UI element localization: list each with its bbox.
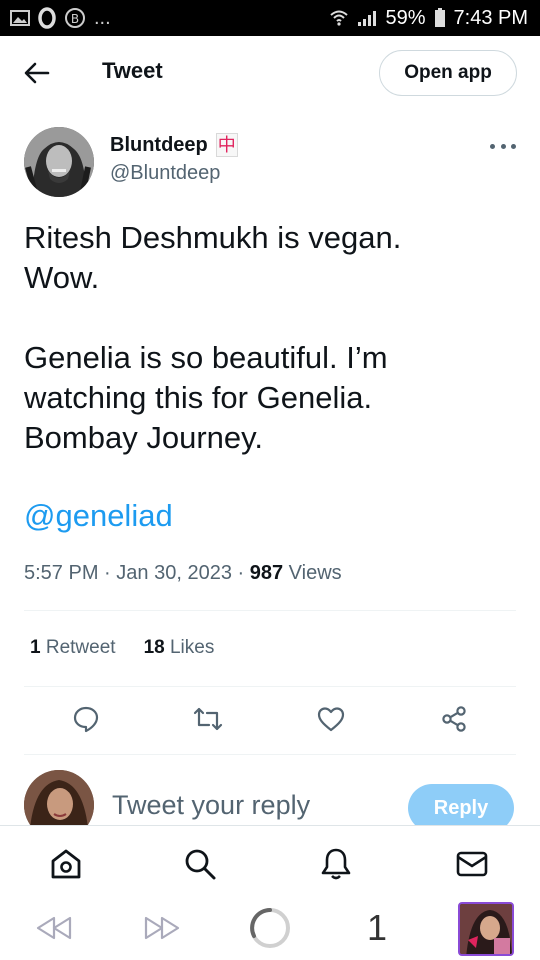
status-bar: B ... 59% 7:43 PM bbox=[0, 0, 540, 36]
browser-forward-button[interactable] bbox=[140, 908, 184, 948]
mention-link[interactable]: @geneliad bbox=[24, 498, 173, 534]
retweet-action-button[interactable] bbox=[193, 704, 223, 734]
status-bar-right: 59% 7:43 PM bbox=[329, 7, 528, 30]
mail-icon bbox=[456, 851, 488, 877]
views-count: 987 bbox=[249, 562, 284, 584]
divider bbox=[24, 610, 516, 611]
more-horizontal-icon bbox=[490, 143, 495, 149]
wifi-icon bbox=[329, 9, 349, 27]
author-handle[interactable]: @Bluntdeep bbox=[110, 162, 220, 185]
tweet-line: watching this for Genelia. bbox=[24, 380, 373, 415]
nav-messages[interactable] bbox=[454, 846, 490, 882]
back-button[interactable] bbox=[22, 58, 52, 88]
notification-overflow: ... bbox=[94, 6, 111, 29]
home-icon bbox=[51, 849, 81, 879]
retweets-stat[interactable]: 1 Retweet bbox=[30, 637, 116, 659]
tweet-stats: 1 Retweet 18 Likes bbox=[30, 637, 214, 659]
like-action-button[interactable] bbox=[316, 704, 346, 734]
author-avatar[interactable] bbox=[24, 127, 94, 197]
tweet-text: Ritesh Deshmukh is vegan. Wow. Genelia i… bbox=[24, 218, 514, 458]
signal-icon bbox=[357, 9, 377, 27]
battery-icon bbox=[434, 8, 446, 28]
svg-text:B: B bbox=[71, 12, 79, 26]
tweet-time[interactable]: 5:57 PM bbox=[24, 562, 98, 584]
tab-count[interactable]: 1 bbox=[360, 907, 394, 948]
gallery-notification-icon bbox=[10, 9, 30, 27]
top-header: Tweet Open app bbox=[0, 36, 540, 110]
views-label: Views bbox=[288, 562, 342, 584]
search-icon bbox=[185, 849, 216, 880]
likes-stat[interactable]: 18 Likes bbox=[144, 637, 215, 659]
open-app-button[interactable]: Open app bbox=[379, 50, 517, 96]
tweet-line: Wow. bbox=[24, 260, 100, 295]
status-bar-left: B ... bbox=[10, 7, 111, 30]
divider bbox=[24, 686, 516, 687]
clock: 7:43 PM bbox=[453, 6, 528, 29]
tweet-meta: 5:57 PM · Jan 30, 2023 · 987 Views bbox=[24, 562, 342, 584]
tweet-date[interactable]: Jan 30, 2023 bbox=[116, 562, 232, 584]
divider bbox=[24, 754, 516, 755]
tweet-line: Ritesh Deshmukh is vegan. bbox=[24, 220, 402, 255]
profile-thumbnail[interactable] bbox=[458, 902, 514, 956]
author-name[interactable]: Bluntdeep bbox=[110, 134, 208, 157]
arrow-left-icon bbox=[24, 62, 50, 84]
nav-home[interactable] bbox=[48, 846, 84, 882]
page-title: Tweet bbox=[102, 58, 163, 83]
reload-button[interactable] bbox=[248, 908, 292, 948]
comment-icon bbox=[73, 706, 99, 733]
reply-action-button[interactable] bbox=[71, 704, 101, 734]
tweet-line: Bombay Journey. bbox=[24, 420, 263, 455]
browser-back-icon bbox=[36, 916, 72, 940]
bottom-nav bbox=[0, 826, 540, 896]
tweet-line: Genelia is so beautiful. I’m bbox=[24, 340, 388, 375]
battery-percent: 59% bbox=[385, 6, 426, 29]
nav-search[interactable] bbox=[182, 846, 218, 882]
reply-input[interactable]: Tweet your reply bbox=[112, 790, 310, 821]
loading-spinner-icon bbox=[250, 908, 290, 948]
flag-badge-icon: 中 bbox=[215, 133, 238, 157]
author-name-row: Bluntdeep 中 bbox=[110, 133, 238, 157]
browser-back-button[interactable] bbox=[32, 908, 76, 948]
bell-icon bbox=[321, 848, 351, 880]
opera-notification-icon bbox=[38, 7, 56, 29]
b-notification-icon: B bbox=[64, 7, 86, 29]
more-options-button[interactable] bbox=[490, 136, 516, 156]
share-icon bbox=[442, 706, 466, 732]
heart-icon bbox=[317, 707, 345, 732]
nav-notifications[interactable] bbox=[318, 846, 354, 882]
share-action-button[interactable] bbox=[439, 704, 469, 734]
browser-forward-icon bbox=[144, 916, 180, 940]
retweet-icon bbox=[193, 707, 223, 731]
